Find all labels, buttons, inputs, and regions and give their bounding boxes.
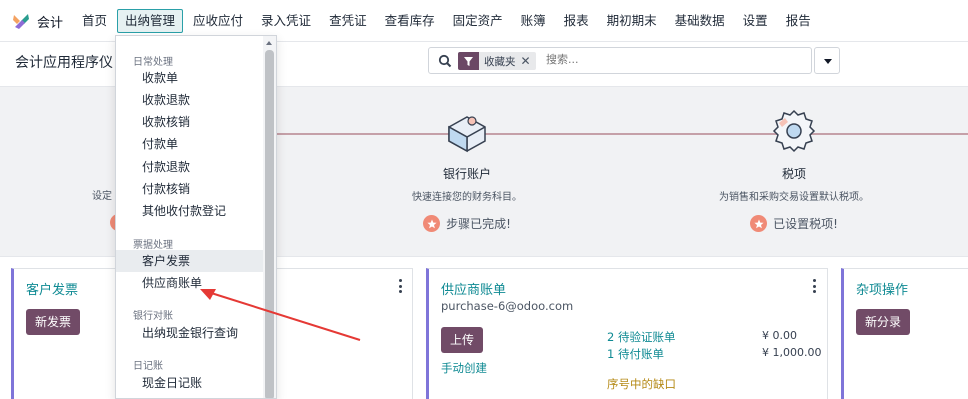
- dropdown-section-header: 日常处理: [133, 57, 173, 68]
- new-invoice-button[interactable]: 新发票: [26, 309, 81, 335]
- step-status-text: 步骤已完成!: [446, 217, 511, 231]
- menu-item-reporting[interactable]: 报告: [778, 9, 819, 33]
- menu-item-inventory[interactable]: 查看库存: [377, 9, 443, 33]
- upload-button[interactable]: 上传: [441, 327, 484, 353]
- gear-icon: [772, 109, 816, 153]
- menu-item-ledgers[interactable]: 账簿: [513, 9, 554, 33]
- sequence-gaps-link[interactable]: 序号中的缺口: [607, 376, 676, 392]
- onboarding-step-fragment: 设定: [92, 191, 112, 202]
- app-name[interactable]: 会计: [37, 12, 63, 31]
- search-facet: 收藏夹 ✕: [458, 52, 536, 70]
- to-pay-link[interactable]: 1 待付账单: [607, 346, 664, 362]
- menu-item-master-data[interactable]: 基础数据: [667, 9, 733, 33]
- more-options-icon[interactable]: [398, 279, 402, 293]
- dropdown-item-payment-refunds[interactable]: 付款退款: [116, 156, 264, 178]
- card-title[interactable]: 供应商账单: [441, 279, 506, 298]
- dropdown-item-receipt-reconcile[interactable]: 收款核销: [116, 111, 264, 133]
- menu-item-receivable-payable[interactable]: 应收应付: [185, 9, 251, 33]
- menu-item-fixed-assets[interactable]: 固定资产: [445, 9, 511, 33]
- dropdown-section-header: 票据处理: [133, 240, 173, 251]
- onboarding-step-bank[interactable]: 银行账户 快速连接您的财务科目。 步骤已完成!: [357, 105, 577, 232]
- step-status-text: 已设置税项!: [773, 217, 838, 231]
- dropdown-item-receipt-refunds[interactable]: 收款退款: [116, 89, 264, 111]
- menu-item-home[interactable]: 首页: [74, 9, 115, 33]
- dropdown-item-receipts[interactable]: 收款单: [116, 67, 264, 89]
- app-logo-icon[interactable]: [12, 12, 30, 30]
- scroll-up-icon[interactable]: [266, 41, 272, 45]
- search-icon: [438, 54, 452, 68]
- to-validate-amount: ¥ 0.00: [762, 329, 797, 342]
- facet-label: 收藏夹: [484, 55, 516, 68]
- puzzle-icon: [448, 116, 486, 153]
- dropdown-item-payments[interactable]: 付款单: [116, 133, 264, 155]
- menu-item-entry[interactable]: 录入凭证: [253, 9, 319, 33]
- menu-item-period[interactable]: 期初期末: [599, 9, 665, 33]
- dropdown-item-cash-journal[interactable]: 现金日记账: [116, 372, 264, 394]
- onboarding-step-taxes[interactable]: 税项 为销售和采购交易设置默认税项。 已设置税项!: [684, 105, 904, 232]
- card-title[interactable]: 杂项操作: [856, 279, 908, 298]
- step-description: 为销售和采购交易设置默认税项。: [719, 192, 869, 203]
- step-title: 银行账户: [442, 167, 491, 181]
- dropdown-scrollbar[interactable]: [263, 36, 276, 398]
- to-pay-amount: ¥ 1,000.00: [762, 346, 822, 359]
- filter-icon: [458, 52, 479, 70]
- search-options-toggle[interactable]: [814, 47, 840, 74]
- to-validate-link[interactable]: 2 待验证账单: [607, 329, 675, 345]
- search-input[interactable]: [546, 53, 801, 66]
- star-icon: [750, 215, 768, 232]
- dropdown-section-header: 银行对账: [133, 311, 173, 322]
- step-status: 步骤已完成!: [357, 215, 577, 232]
- dropdown-item-other-payments[interactable]: 其他收付款登记: [116, 200, 264, 222]
- star-icon: [423, 215, 441, 232]
- dropdown-section-header: 日记账: [133, 361, 163, 372]
- search-bar[interactable]: 收藏夹 ✕: [428, 47, 812, 74]
- manual-create-link[interactable]: 手动创建: [441, 360, 487, 376]
- page-title: 会计应用程序仪: [15, 55, 113, 71]
- card-title[interactable]: 客户发票: [26, 279, 78, 298]
- menu-item-reports[interactable]: 报表: [556, 9, 597, 33]
- dropdown-item-bank-inquiry[interactable]: 出纳现金银行查询: [116, 322, 264, 344]
- journal-card-misc: 杂项操作 新分录: [841, 268, 968, 399]
- cashier-dropdown-menu: 日常处理 收款单 收款退款 收款核销 付款单 付款退款 付款核销 其他收付款登记…: [115, 35, 277, 399]
- new-entry-button[interactable]: 新分录: [856, 309, 911, 335]
- menu-item-view-entries[interactable]: 查凭证: [321, 9, 375, 33]
- remove-facet-icon[interactable]: ✕: [521, 54, 536, 68]
- card-email: purchase-6@odoo.com: [441, 299, 574, 313]
- menu-item-cashier[interactable]: 出纳管理: [117, 9, 184, 33]
- journal-card-vendor-bills: 供应商账单 purchase-6@odoo.com 上传 手动创建 2 待验证账…: [426, 268, 828, 399]
- dropdown-item-payment-reconcile[interactable]: 付款核销: [116, 178, 264, 200]
- scrollbar-thumb[interactable]: [265, 50, 274, 398]
- more-options-icon[interactable]: [812, 279, 816, 293]
- menu-item-settings[interactable]: 设置: [735, 9, 776, 33]
- step-title: 税项: [781, 167, 806, 181]
- main-menu: 首页 出纳管理 应收应付 录入凭证 查凭证 查看库存 固定资产 账簿 报表 期初…: [74, 9, 821, 33]
- step-description: 快速连接您的财务科目。: [412, 192, 522, 203]
- dropdown-item-customer-invoices[interactable]: 客户发票: [116, 250, 264, 272]
- step-status: 已设置税项!: [684, 215, 904, 232]
- chevron-down-icon: [824, 59, 832, 64]
- dropdown-item-vendor-bills[interactable]: 供应商账单: [116, 272, 264, 294]
